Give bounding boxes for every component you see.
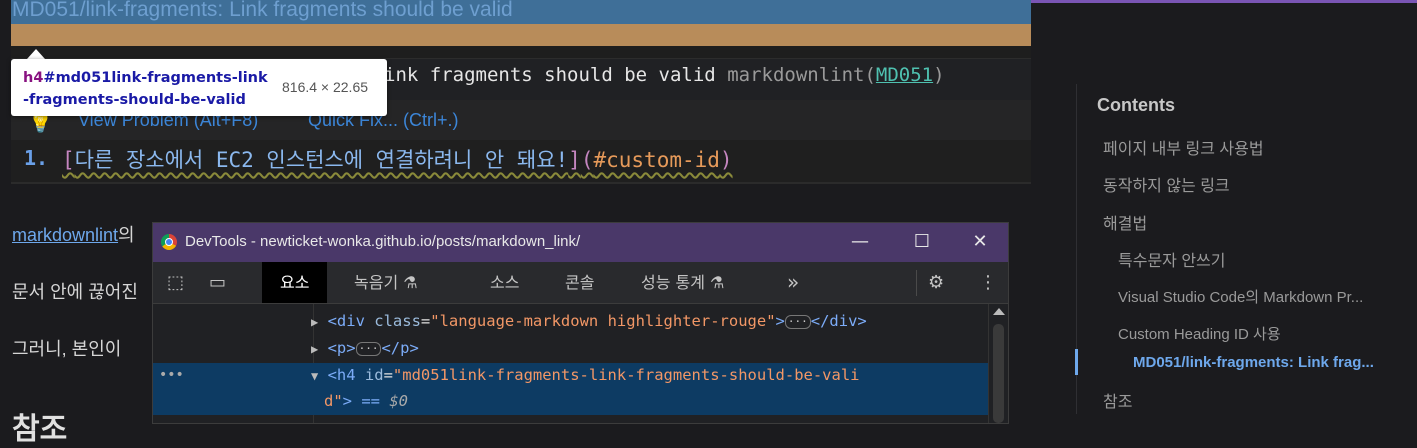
toc-item[interactable]: 동작하지 않는 링크 (1103, 172, 1230, 196)
paragraph-1: markdownlint의 (12, 225, 135, 245)
elements-panel: ••• ▶ <div class="language-markdown high… (153, 304, 1008, 423)
toc-item[interactable]: Custom Heading ID 사용 (1118, 323, 1281, 344)
maximize-button[interactable]: ☐ (902, 229, 942, 255)
tab-console[interactable]: 콘솔 (565, 262, 594, 303)
more-options-icon[interactable]: ⋮ (979, 272, 997, 293)
tab-performance-insights[interactable]: 성능 통계 ⚗ (641, 262, 724, 303)
toc-item[interactable]: 페이지 내부 링크 사용법 (1103, 135, 1264, 159)
code-line-text: [다른 장소에서 EC2 인스턴스에 연결하려니 안 돼요!](#custom-… (62, 148, 733, 172)
tooltip-caret (27, 49, 45, 59)
inspect-element-icon[interactable]: ⬚ (167, 272, 184, 293)
problem-message: ink fragments should be valid markdownli… (384, 64, 945, 86)
tab-elements[interactable]: 요소 (262, 262, 328, 303)
tab-sources[interactable]: 소스 (490, 262, 519, 303)
rule-link[interactable]: MD051 (876, 64, 933, 86)
tooltip-size: 816.4 × 22.65 (282, 79, 369, 95)
collapsed-content-icon[interactable]: ··· (784, 314, 811, 329)
anchor-text: #custom-id (593, 148, 720, 172)
devtools-window: DevTools - newticket-wonka.github.io/pos… (152, 222, 1009, 424)
toc-item[interactable]: 참조 (1103, 388, 1132, 412)
devtools-titlebar[interactable]: DevTools - newticket-wonka.github.io/pos… (153, 223, 1008, 262)
toolbar-divider (916, 270, 917, 296)
window-accent-line (1031, 0, 1417, 3)
scrollbar[interactable] (988, 304, 1008, 423)
scroll-up-icon[interactable] (993, 308, 1005, 315)
tooltip-selector: h4#md051link-fragments-link-fragments-sh… (23, 70, 268, 108)
toc-item-active[interactable]: MD051/link-fragments: Link frag... (1133, 354, 1374, 371)
section-heading-references: 참조 (12, 413, 68, 446)
collapsed-content-icon[interactable]: ··· (355, 341, 382, 356)
devtools-window-title: DevTools - newticket-wonka.github.io/pos… (185, 233, 581, 250)
list-number: 1. (24, 146, 49, 170)
minimize-button[interactable]: — (840, 229, 880, 255)
toc-item[interactable]: 해결법 (1103, 210, 1147, 234)
inspect-tooltip: h4#md051link-fragments-link-fragments-sh… (11, 59, 387, 116)
gear-icon[interactable]: ⚙ (928, 272, 944, 293)
node-actions-dots[interactable]: ••• (159, 367, 184, 383)
more-tabs-button[interactable]: » (787, 262, 799, 303)
tab-recorder[interactable]: 녹음기 ⚗ (354, 262, 418, 303)
markdownlint-link[interactable]: markdownlint (12, 225, 118, 245)
paragraph-3: 그러니, 본인이 (12, 339, 122, 359)
device-toolbar-icon[interactable]: ▭ (209, 272, 226, 293)
paragraph-2: 문서 안에 끊어진 (12, 282, 138, 302)
toc-active-indicator (1075, 349, 1078, 375)
page-heading: MD051/link-fragments: Link fragments sho… (12, 0, 513, 21)
close-button[interactable]: ✕ (960, 229, 1000, 255)
dom-node-p[interactable]: ▶ <p> ··· </p> (311, 339, 419, 357)
toc-item[interactable]: Visual Studio Code의 Markdown Pr... (1118, 286, 1363, 307)
dom-node-h4-cont: d"> == $0 (324, 392, 409, 410)
dom-node-h4[interactable]: ▼ <h4 id="md051link-fragments-link-fragm… (311, 366, 860, 384)
toc-heading: Contents (1097, 95, 1175, 115)
code-divider (11, 182, 1031, 184)
devtools-tabbar: ⬚ ▭ 요소 녹음기 ⚗ 소스 콘솔 성능 통계 ⚗ » ⚙ ⋮ (153, 262, 1008, 304)
dom-node-div[interactable]: ▶ <div class="language-markdown highligh… (311, 312, 867, 330)
toc-item[interactable]: 특수문자 안쓰기 (1118, 247, 1226, 271)
margin-highlight (11, 24, 1031, 46)
scrollbar-thumb[interactable] (993, 324, 1004, 423)
chrome-icon (161, 234, 177, 250)
